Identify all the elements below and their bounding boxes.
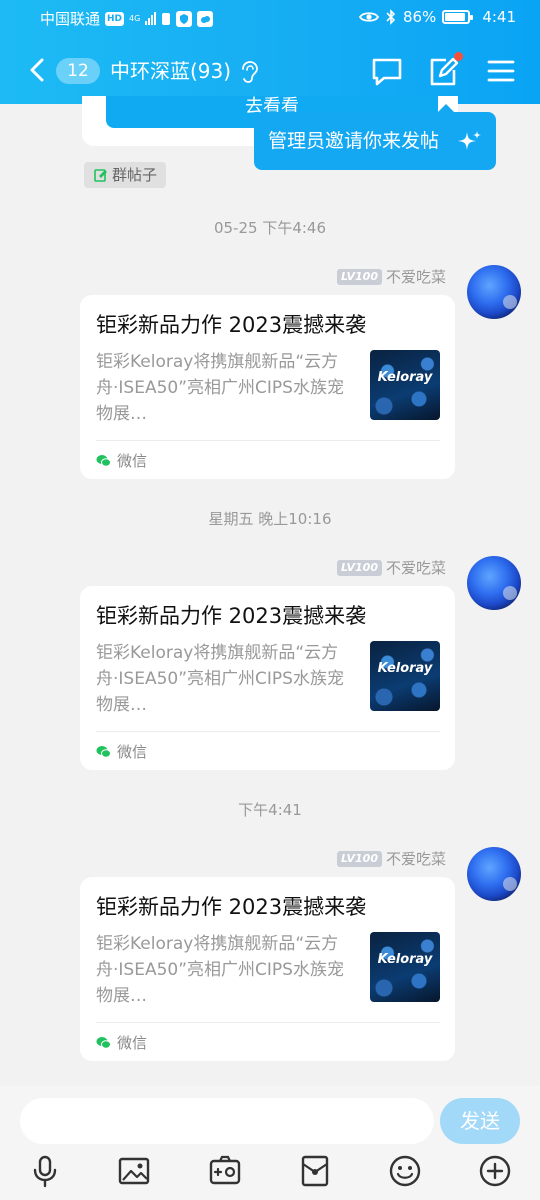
source-label: 微信 <box>117 452 148 470</box>
card-title: 钜彩新品力作 2023震撼来袭 <box>96 313 367 337</box>
shared-link-card[interactable]: 钜彩新品力作 2023震撼来袭 钜彩Keloray将携旗舰新品“云方舟·ISEA… <box>80 295 455 479</box>
tooltip-text: 管理员邀请你来发帖 <box>268 130 440 152</box>
eye-icon <box>358 12 379 22</box>
edit-icon <box>94 169 107 182</box>
unread-count-badge[interactable]: 12 <box>56 58 100 84</box>
thumbnail-logo: Keloray <box>377 661 433 676</box>
group-post-label: 群帖子 <box>112 166 158 184</box>
card-thumbnail: Keloray <box>370 641 440 711</box>
battery-percent: 86% <box>402 8 437 26</box>
network-type: 4G <box>129 13 141 23</box>
shield-icon <box>176 10 193 27</box>
message-input[interactable] <box>20 1098 434 1144</box>
thumbnail-logo: Keloray <box>377 370 433 385</box>
sparkle-icon <box>458 131 481 150</box>
card-description: 钜彩Keloray将携旗舰新品“云方舟·ISEA50”亮相广州CIPS水族宠物展… <box>96 934 344 1006</box>
card-title: 钜彩新品力作 2023震撼来袭 <box>96 895 367 919</box>
sim-icon <box>162 12 171 25</box>
sender-meta: LV100 不爱吃菜 <box>337 848 446 869</box>
avatar[interactable] <box>467 556 521 610</box>
sender-name[interactable]: 不爱吃菜 <box>386 557 446 578</box>
signal-icon <box>145 12 157 25</box>
composer-bar: 发送 <box>0 1086 540 1200</box>
weather-icon <box>197 10 214 27</box>
chat-bubble-icon[interactable] <box>370 54 404 88</box>
avatar[interactable] <box>467 265 521 319</box>
battery-icon <box>442 10 474 24</box>
message-time: 星期五 晚上10:16 <box>208 510 332 528</box>
card-description: 钜彩Keloray将携旗舰新品“云方舟·ISEA50”亮相广州CIPS水族宠物展… <box>96 352 344 424</box>
top-bar: 中国联通 HD 4G 86% 4:41 12 中环深蓝(93) <box>0 0 540 104</box>
emoji-icon[interactable] <box>388 1154 422 1188</box>
source-label: 微信 <box>117 743 148 761</box>
card-description: 钜彩Keloray将携旗舰新品“云方舟·ISEA50”亮相广州CIPS水族宠物展… <box>96 643 344 715</box>
source-label: 微信 <box>117 1034 148 1052</box>
image-icon[interactable] <box>117 1154 151 1188</box>
status-bar: 中国联通 HD 4G 86% 4:41 <box>0 0 540 36</box>
sender-meta: LV100 不爱吃菜 <box>337 266 446 287</box>
menu-icon[interactable] <box>484 54 518 88</box>
card-title: 钜彩新品力作 2023震撼来袭 <box>96 604 367 628</box>
carrier-label: 中国联通 <box>40 10 101 28</box>
sender-meta: LV100 不爱吃菜 <box>337 557 446 578</box>
clock: 4:41 <box>482 8 516 26</box>
avatar[interactable] <box>467 847 521 901</box>
ear-mode-icon[interactable] <box>238 60 260 84</box>
level-badge: LV100 <box>337 268 382 285</box>
card-source: 微信 <box>96 450 147 471</box>
card-divider <box>96 440 440 441</box>
send-button[interactable]: 发送 <box>440 1098 520 1144</box>
level-badge: LV100 <box>337 559 382 576</box>
card-thumbnail: Keloray <box>370 350 440 420</box>
group-title[interactable]: 中环深蓝(93) <box>110 58 231 84</box>
wechat-icon <box>96 1036 111 1049</box>
card-thumbnail: Keloray <box>370 932 440 1002</box>
microphone-icon[interactable] <box>28 1154 62 1188</box>
wechat-icon <box>96 745 111 758</box>
shared-link-card[interactable]: 钜彩新品力作 2023震撼来袭 钜彩Keloray将携旗舰新品“云方舟·ISEA… <box>80 877 455 1061</box>
sender-name[interactable]: 不爱吃菜 <box>386 848 446 869</box>
back-arrow-icon[interactable] <box>24 54 54 86</box>
card-source: 微信 <box>96 1032 147 1053</box>
message-time: 下午4:41 <box>238 801 302 819</box>
red-packet-icon[interactable] <box>298 1154 332 1188</box>
plus-icon[interactable] <box>478 1154 512 1188</box>
wechat-icon <box>96 454 111 467</box>
card-divider <box>96 731 440 732</box>
thumbnail-logo: Keloray <box>377 952 433 967</box>
chat-nav-bar: 12 中环深蓝(93) <box>0 46 540 101</box>
level-badge: LV100 <box>337 850 382 867</box>
sender-name[interactable]: 不爱吃菜 <box>386 266 446 287</box>
message-time: 05-25 下午4:46 <box>213 219 327 237</box>
hd-badge: HD <box>105 11 125 26</box>
video-icon[interactable] <box>208 1154 242 1188</box>
shared-link-card[interactable]: 钜彩新品力作 2023震撼来袭 钜彩Keloray将携旗舰新品“云方舟·ISEA… <box>80 586 455 770</box>
bluetooth-icon <box>386 9 396 25</box>
card-divider <box>96 1022 440 1023</box>
notification-dot <box>454 52 463 61</box>
card-source: 微信 <box>96 741 147 762</box>
group-post-tag[interactable]: 群帖子 <box>84 162 167 188</box>
admin-invite-tooltip[interactable]: 管理员邀请你来发帖 <box>254 104 496 170</box>
